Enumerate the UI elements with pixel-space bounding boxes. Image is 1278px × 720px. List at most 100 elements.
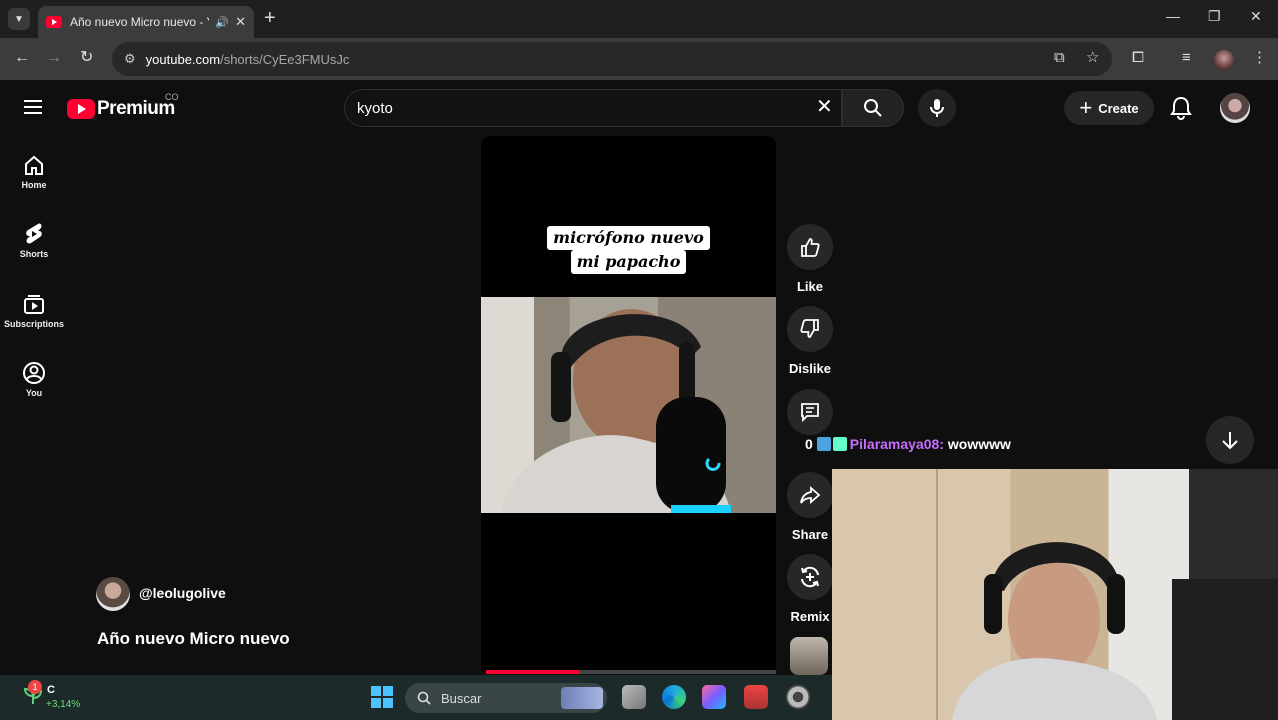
comments-button[interactable] bbox=[786, 389, 834, 435]
search-icon bbox=[417, 691, 431, 705]
youtube-logo[interactable]: Premium CO bbox=[67, 92, 179, 120]
url-host: youtube.com bbox=[145, 51, 221, 67]
caption-line-2: mi papacho bbox=[570, 250, 687, 274]
windows-taskbar: 1 C +3,14% Buscar bbox=[0, 675, 832, 720]
you-icon bbox=[23, 362, 45, 384]
next-short-button[interactable] bbox=[1206, 416, 1254, 464]
sound-thumbnail[interactable] bbox=[790, 637, 828, 675]
address-bar[interactable]: ⚙ youtube.com/shorts/CyEe3FMUsJc bbox=[112, 42, 1112, 76]
remix-icon bbox=[801, 566, 819, 588]
shorts-icon bbox=[26, 223, 42, 244]
share-label: Share bbox=[791, 527, 829, 542]
webcam-overlay bbox=[832, 469, 1278, 720]
streamer-picture bbox=[501, 309, 731, 513]
plus-icon: + bbox=[1079, 95, 1093, 120]
browser-menu-icon[interactable]: ⋮ bbox=[1252, 50, 1267, 66]
clear-search-icon[interactable]: ✕ bbox=[816, 96, 833, 118]
comment-icon bbox=[801, 403, 819, 423]
dislike-label: Dislike bbox=[789, 361, 831, 376]
window-close-button[interactable]: ✕ bbox=[1250, 8, 1262, 25]
webcam-picture bbox=[936, 469, 1278, 720]
browser-tab[interactable]: Año nuevo Micro nuevo - Y 🔊 ✕ bbox=[38, 6, 254, 38]
channel-handle[interactable]: @leolugolive bbox=[139, 585, 226, 601]
create-label: Create bbox=[1098, 100, 1139, 116]
media-control-icon[interactable]: ≡ bbox=[1182, 50, 1191, 66]
screen: ▼ Año nuevo Micro nuevo - Y 🔊 ✕ + — ❐ ✕ … bbox=[0, 0, 1278, 720]
store-icon[interactable] bbox=[744, 685, 768, 709]
remix-label: Remix bbox=[790, 609, 830, 624]
tab-title: Año nuevo Micro nuevo - Y bbox=[70, 15, 210, 29]
widget-name: C bbox=[47, 684, 55, 696]
comments-count: 0 bbox=[805, 436, 813, 452]
guide-label-you: You bbox=[25, 388, 43, 398]
widget-badge: 1 bbox=[28, 680, 42, 694]
guide-item-shorts[interactable]: Shorts bbox=[0, 222, 68, 259]
youtube-play-icon bbox=[67, 99, 95, 119]
chat-text: wowwww bbox=[947, 436, 1011, 452]
reload-button[interactable]: ↻ bbox=[80, 50, 93, 66]
like-button[interactable]: Like bbox=[786, 224, 834, 294]
chat-badge-icon bbox=[832, 437, 847, 451]
chat-username: Pilaramaya08: bbox=[849, 436, 944, 452]
short-video-player[interactable]: micrófono nuevo mi papacho bbox=[481, 136, 776, 672]
microphone-icon bbox=[930, 99, 944, 117]
voice-search-button[interactable] bbox=[918, 89, 956, 127]
like-label: Like bbox=[796, 279, 823, 294]
obs-icon[interactable] bbox=[786, 685, 810, 709]
caption-line-1: micrófono nuevo bbox=[547, 226, 710, 250]
remix-button[interactable]: Remix bbox=[786, 554, 834, 624]
back-button[interactable]: ← bbox=[14, 50, 30, 66]
notifications-bell-icon[interactable] bbox=[1170, 96, 1192, 125]
search-icon bbox=[864, 99, 882, 117]
search-input[interactable]: kyoto bbox=[344, 89, 842, 127]
task-view-icon[interactable] bbox=[622, 685, 646, 709]
forward-button[interactable]: → bbox=[46, 50, 62, 66]
tab-search-button[interactable]: ▼ bbox=[8, 8, 30, 30]
thumbs-up-icon bbox=[801, 238, 820, 257]
browser-tabstrip: ▼ Año nuevo Micro nuevo - Y 🔊 ✕ + — ❐ ✕ bbox=[0, 0, 1278, 38]
stream-chat-message: 0 Pilaramaya08: wowwww bbox=[805, 436, 1011, 452]
browser-toolbar: ← → ↻ ⚙ youtube.com/shorts/CyEe3FMUsJc ⧉… bbox=[0, 38, 1278, 80]
home-icon bbox=[25, 155, 43, 175]
bookmark-star-icon[interactable]: ☆ bbox=[1086, 50, 1099, 66]
create-button[interactable]: + Create bbox=[1064, 91, 1154, 125]
account-avatar[interactable] bbox=[1220, 93, 1250, 123]
cast-icon[interactable]: ⧉ bbox=[1054, 50, 1065, 66]
speaker-icon[interactable]: 🔊 bbox=[215, 16, 229, 29]
thumbs-down-icon bbox=[800, 319, 819, 338]
site-info-icon[interactable]: ⚙ bbox=[124, 51, 136, 67]
guide-label-shorts: Shorts bbox=[19, 249, 49, 259]
search-highlight-icon bbox=[561, 687, 603, 709]
dislike-button[interactable]: Dislike bbox=[786, 306, 834, 376]
widget-change: +3,14% bbox=[46, 699, 81, 710]
copilot-icon[interactable] bbox=[702, 685, 726, 709]
extensions-icon[interactable]: ⧠ bbox=[1132, 50, 1144, 66]
subscriptions-icon bbox=[24, 295, 44, 314]
video-progress-bar[interactable] bbox=[486, 670, 776, 674]
taskbar-search[interactable]: Buscar bbox=[405, 683, 607, 713]
search-button[interactable] bbox=[842, 89, 904, 127]
video-frame bbox=[481, 297, 776, 513]
guide-menu-icon[interactable] bbox=[24, 100, 42, 114]
browser-profile-avatar[interactable] bbox=[1214, 50, 1234, 70]
video-caption: micrófono nuevo mi papacho bbox=[481, 226, 776, 274]
channel-avatar[interactable] bbox=[96, 577, 130, 611]
windows-start-icon[interactable] bbox=[370, 685, 394, 709]
logo-text: Premium bbox=[97, 98, 175, 119]
guide-item-home[interactable]: Home bbox=[0, 153, 68, 190]
url-path: /shorts/CyEe3FMUsJc bbox=[220, 51, 350, 67]
new-tab-button[interactable]: + bbox=[264, 8, 276, 28]
guide-label-subscriptions: Subscriptions bbox=[3, 319, 64, 329]
guide-item-subscriptions[interactable]: Subscriptions bbox=[0, 292, 68, 329]
chat-badge-icon bbox=[816, 437, 831, 451]
youtube-header: Premium CO kyoto ✕ + Create bbox=[0, 80, 1278, 136]
share-button[interactable]: Share bbox=[786, 472, 834, 542]
edge-browser-icon[interactable] bbox=[662, 685, 686, 709]
minimize-button[interactable]: — bbox=[1166, 8, 1180, 24]
youtube-favicon-icon bbox=[46, 16, 62, 28]
guide-item-you[interactable]: You bbox=[0, 361, 68, 398]
tab-close-icon[interactable]: ✕ bbox=[235, 14, 246, 30]
restore-button[interactable]: ❐ bbox=[1208, 8, 1221, 25]
taskbar-search-label: Buscar bbox=[441, 690, 482, 706]
guide-label-home: Home bbox=[21, 180, 47, 190]
